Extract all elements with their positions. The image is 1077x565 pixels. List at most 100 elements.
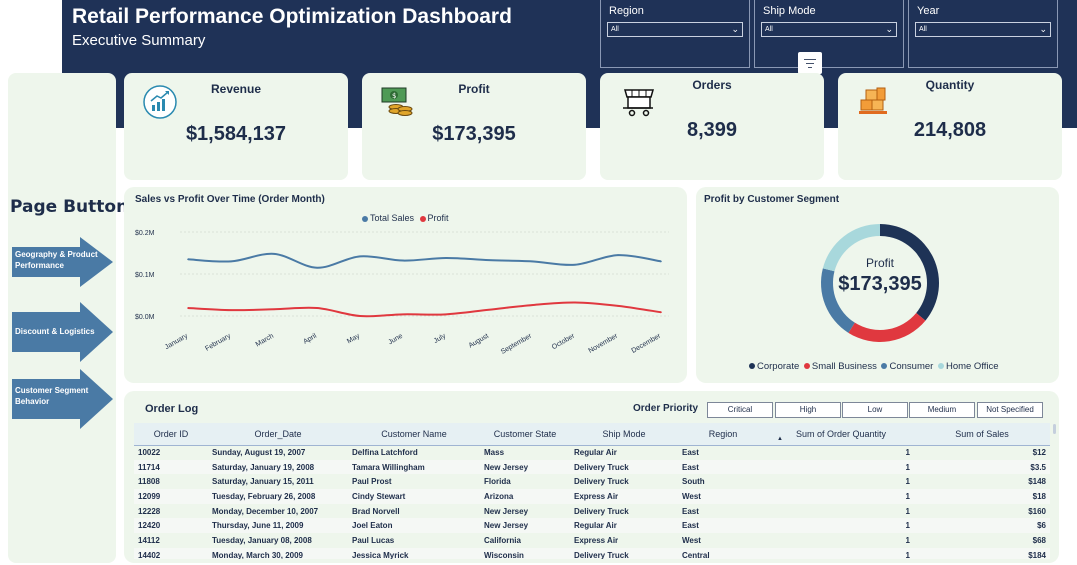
- kpi-value: 8,399: [686, 119, 738, 141]
- table-row[interactable]: 11808 Saturday, January 15, 2011 Paul Pros…: [134, 474, 1050, 489]
- year-dropdown[interactable]: All ⌄: [915, 22, 1051, 37]
- nav-button-label: Geography & Product Performance: [15, 250, 98, 270]
- table-cell: West: [682, 535, 701, 545]
- table-cell: East: [678, 459, 768, 475]
- table-cell: Express Air: [574, 535, 619, 545]
- region-slicer-label: Region: [609, 5, 644, 17]
- table-cell: Delfina Latchford: [352, 448, 418, 458]
- y-tick-label: $0.1M: [135, 272, 155, 279]
- kpi-label: Revenue: [210, 82, 262, 96]
- table-cell: Saturday, January 15, 2011: [212, 477, 314, 487]
- table-row[interactable]: 11714 Saturday, January 19, 2008 Tamara Wi…: [134, 459, 1050, 475]
- column-header[interactable]: Region: [678, 423, 768, 446]
- data-point: [359, 315, 361, 317]
- data-point: [445, 257, 447, 259]
- ship-mode-dropdown[interactable]: All ⌄: [761, 22, 897, 37]
- table-cell: Paul Prost: [352, 477, 392, 487]
- x-tick-label: December: [631, 332, 663, 355]
- kpi-card-profit: $ Profit $173,395: [362, 73, 586, 180]
- kpi-value: 214,808: [913, 119, 987, 141]
- table-cell: New Jersey: [480, 459, 570, 475]
- table-cell: Thursday, June 11, 2009: [208, 518, 348, 534]
- table-cell: East: [682, 506, 699, 516]
- column-header-sorted[interactable]: Sum of Order Quantity: [768, 423, 914, 446]
- legend-dot: [803, 363, 810, 370]
- series-line-profit: [187, 301, 662, 318]
- series-line-total-sales: [187, 252, 662, 269]
- order-log-table-viewport[interactable]: Order ID Order_Date Customer Name Custom…: [134, 423, 1050, 559]
- column-header[interactable]: Sum of Sales: [914, 423, 1050, 446]
- nav-button-geography-product[interactable]: Geography & Product Performance: [12, 237, 114, 287]
- table-row[interactable]: 12228 Monday, December 10, 2007 Brad Norve…: [134, 504, 1050, 519]
- table-cell: Paul Lucas: [352, 535, 395, 545]
- table-scrollbar[interactable]: [1053, 424, 1056, 434]
- priority-critical-button[interactable]: Critical: [707, 402, 773, 418]
- table-cell: 12420: [134, 518, 208, 534]
- year-slicer[interactable]: Year All ⌄: [908, 0, 1058, 68]
- table-cell: 14402: [134, 547, 208, 559]
- priority-high-button[interactable]: High: [775, 402, 841, 418]
- priority-medium-button[interactable]: Medium: [909, 402, 975, 418]
- legend-dot: [749, 363, 755, 370]
- x-tick-label: July: [433, 332, 448, 345]
- nav-button-customer-segment[interactable]: Customer Segment Behavior: [12, 369, 114, 429]
- table-cell: Tuesday, January 08, 2008: [212, 535, 312, 545]
- legend-small-business: Small Business: [811, 361, 877, 372]
- priority-not-specified-button[interactable]: Not Specified: [977, 402, 1043, 418]
- table-row[interactable]: 14402 Monday, March 30, 2009 Jessica Myric…: [134, 547, 1050, 559]
- column-header[interactable]: Customer State: [480, 423, 570, 446]
- column-header[interactable]: Ship Mode: [570, 423, 678, 446]
- donut-center-label: Profit: [865, 256, 894, 270]
- donut-legend: Corporate Small Business Consumer Home O…: [749, 361, 999, 372]
- table-cell: Regular Air: [574, 448, 617, 458]
- region-slicer[interactable]: Region All ⌄: [600, 0, 750, 68]
- y-tick-label: $0.0M: [135, 314, 155, 321]
- table-row[interactable]: 14112 Tuesday, January 08, 2008 Paul Lucas…: [134, 533, 1050, 548]
- table-cell: Regular Air: [570, 518, 678, 534]
- data-point: [531, 304, 533, 306]
- kpi-value: $173,395: [432, 123, 516, 145]
- filter-icon[interactable]: [798, 52, 822, 74]
- data-point: [273, 308, 275, 311]
- column-header[interactable]: Order_Date: [208, 423, 348, 446]
- table-cell: Delivery Truck: [570, 547, 678, 559]
- column-header[interactable]: Customer Name: [348, 423, 480, 446]
- table-row[interactable]: 12420 Thursday, June 11, 2009 Joel Eaton Ne…: [134, 518, 1050, 534]
- sort-ascending-icon[interactable]: ▲: [777, 436, 783, 442]
- legend-dot: [881, 363, 888, 370]
- kpi-card-quantity: Quantity 214,808: [838, 73, 1062, 180]
- ship-mode-slicer[interactable]: Ship Mode All ⌄: [754, 0, 904, 68]
- table-cell: 1: [768, 459, 914, 475]
- table-cell: 1: [768, 547, 914, 559]
- data-point: [660, 260, 662, 263]
- table-cell: 1: [768, 489, 914, 504]
- nav-button-discount-logistics[interactable]: Discount & Logistics: [12, 302, 114, 362]
- dashboard: Retail Performance Optimization Dashboar…: [0, 0, 1077, 565]
- region-dropdown[interactable]: All ⌄: [607, 22, 743, 37]
- table-cell: 12228: [138, 506, 161, 516]
- order-log-title: Order Log: [145, 403, 199, 415]
- data-point: [230, 309, 232, 311]
- table-cell: Brad Norvell: [352, 506, 400, 516]
- priority-low-button[interactable]: Low: [842, 402, 908, 418]
- table-cell: Sunday, August 19, 2007: [212, 448, 306, 458]
- x-tick-label: November: [588, 332, 620, 355]
- line-chart[interactable]: $0.2M $0.1M $0.0M January February March Apri…: [124, 187, 687, 383]
- table-cell: 1: [905, 506, 910, 516]
- table-cell: Monday, March 30, 2009: [208, 547, 348, 559]
- table-row[interactable]: 10022 Sunday, August 19, 2007 Delfina Latc…: [134, 445, 1050, 460]
- table-cell: Arizona: [480, 489, 570, 504]
- legend-corporate: Corporate: [757, 361, 800, 372]
- data-point: [488, 308, 490, 311]
- column-header[interactable]: Order ID: [134, 423, 208, 446]
- table-cell: East: [682, 448, 699, 458]
- table-row[interactable]: 12099 Tuesday, February 26, 2008 Cindy Ste…: [134, 489, 1050, 504]
- table-cell: $68: [1032, 535, 1046, 545]
- table-cell: New Jersey: [480, 518, 570, 534]
- table-cell: Monday, December 10, 2007: [212, 506, 319, 516]
- table-cell: Jessica Myrick: [348, 547, 480, 559]
- table-cell: Mass: [484, 448, 505, 458]
- kpi-label: Orders: [692, 78, 732, 92]
- year-value: All: [919, 26, 927, 33]
- data-point: [187, 258, 189, 261]
